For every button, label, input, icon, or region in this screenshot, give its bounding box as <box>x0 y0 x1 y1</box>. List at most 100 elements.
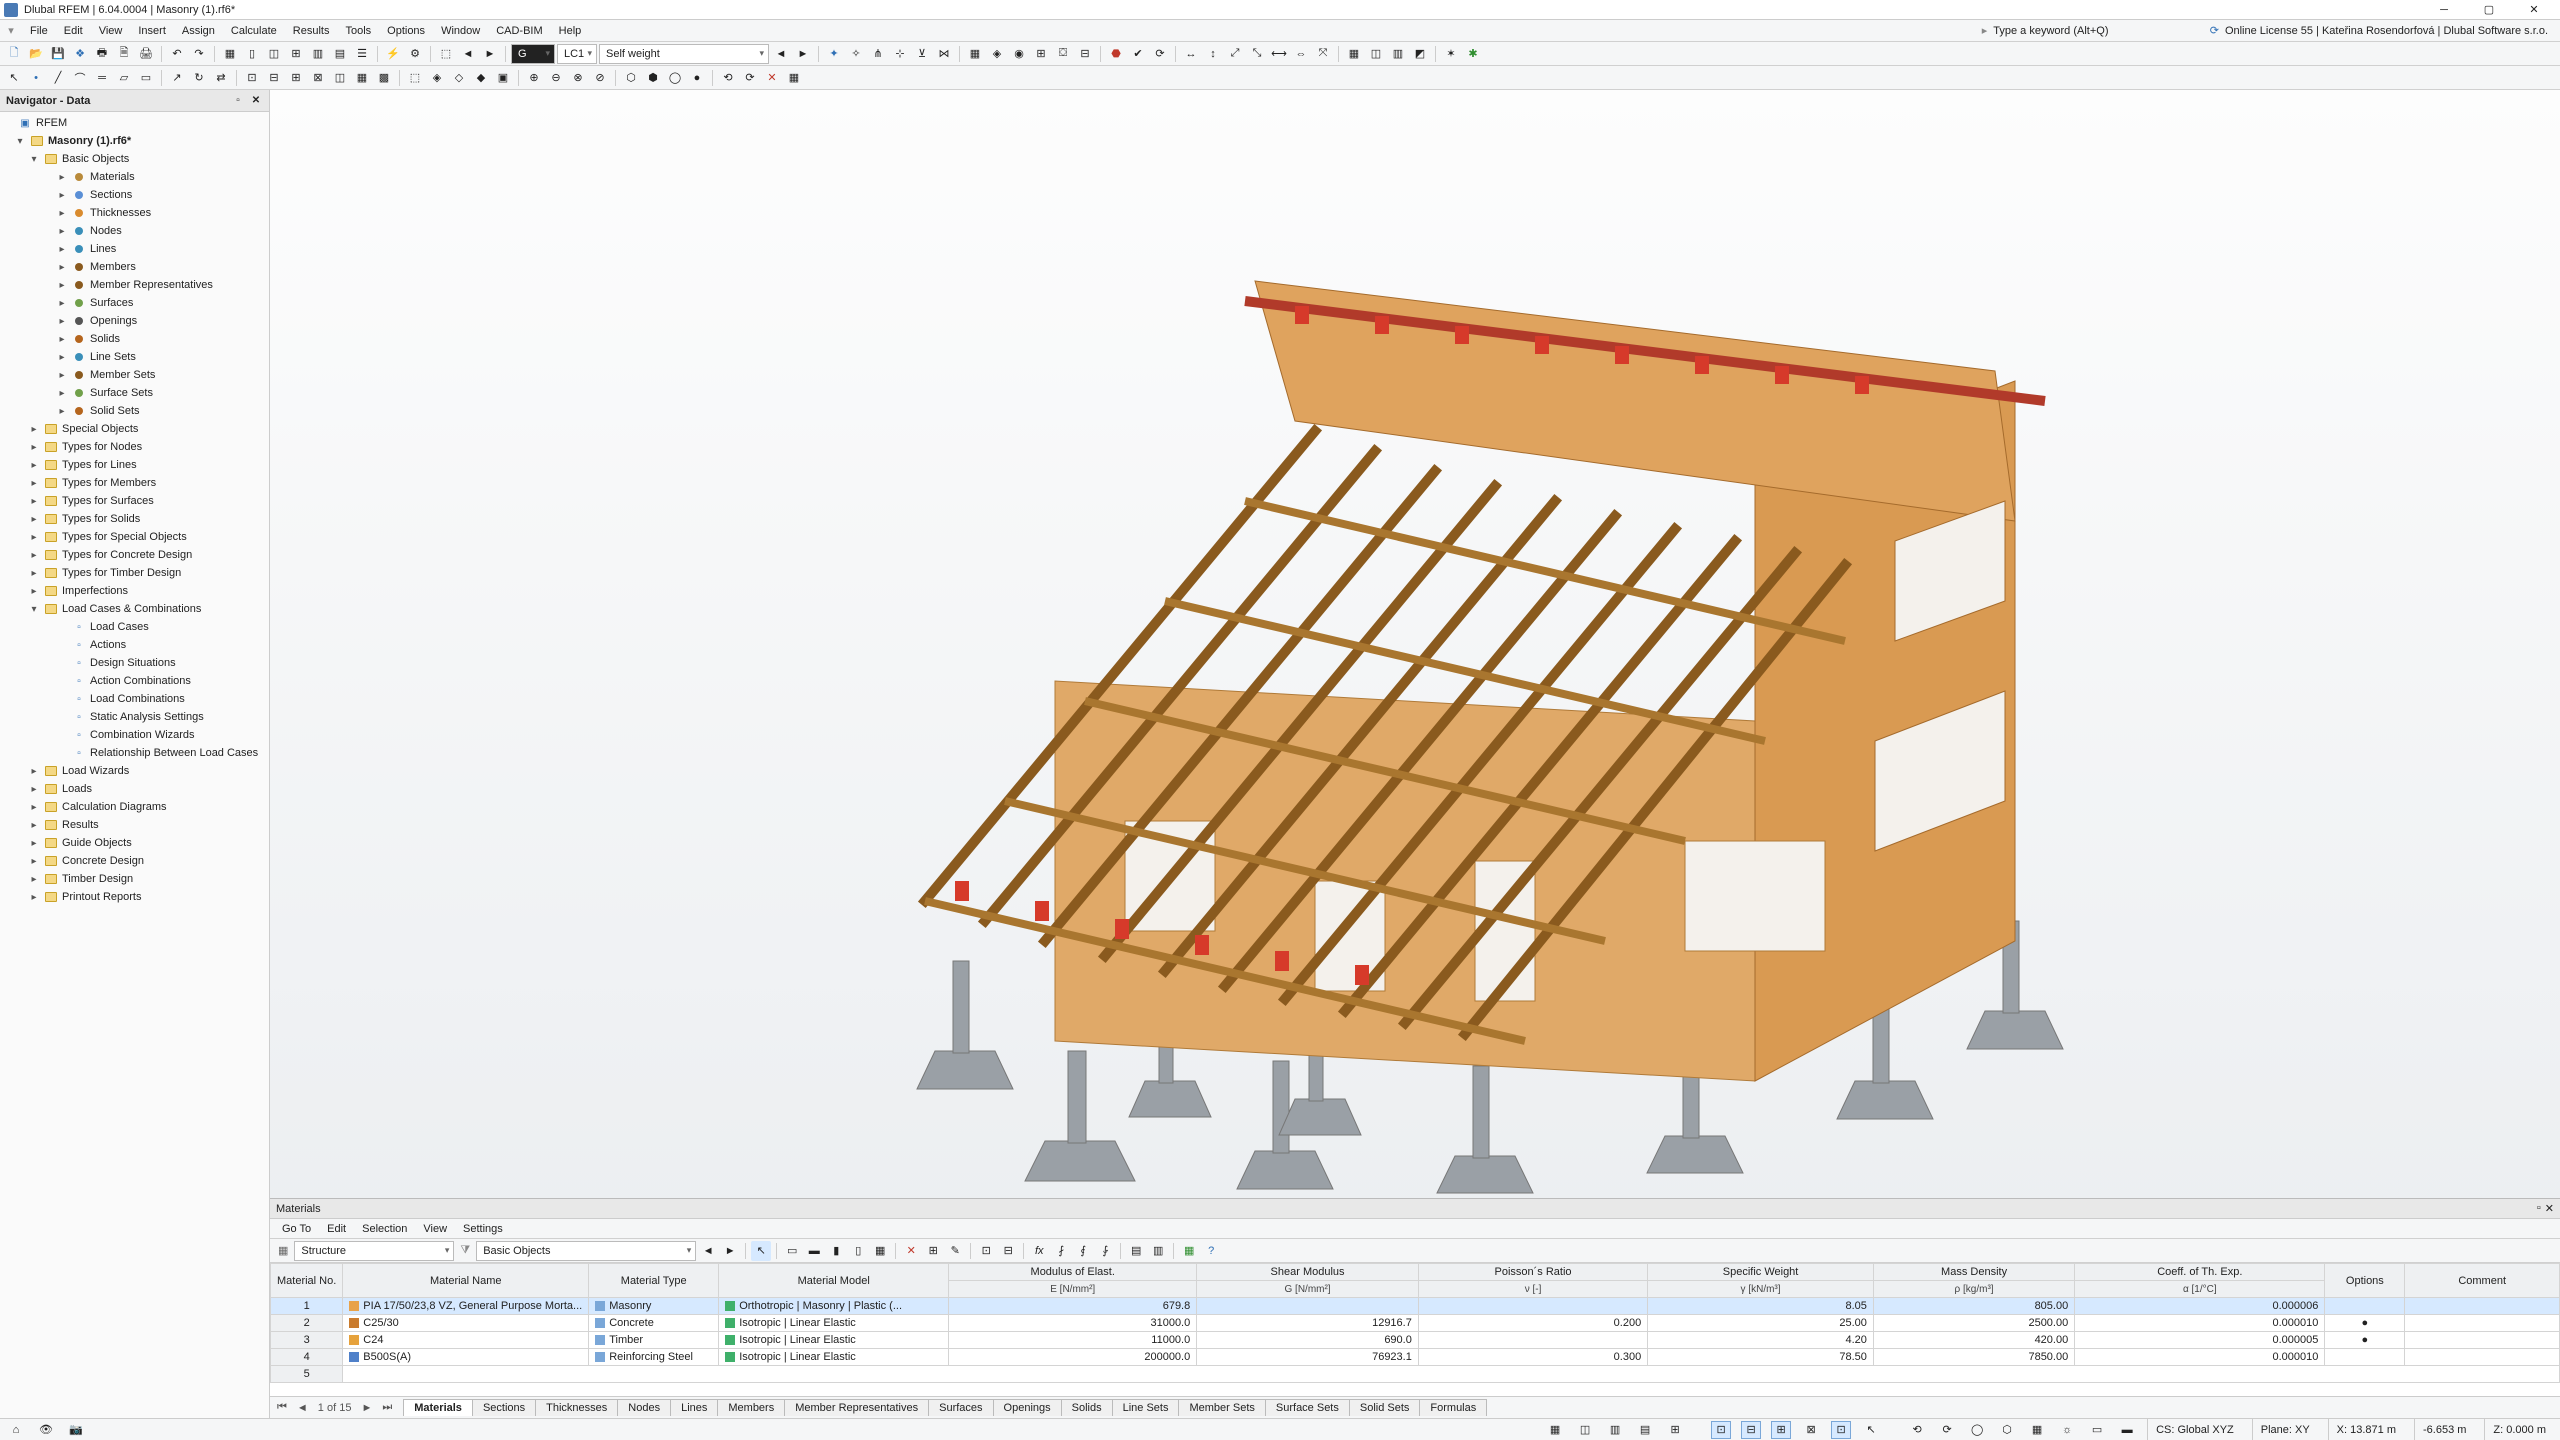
bt-help[interactable]: ? <box>1201 1241 1221 1261</box>
bt-b[interactable]: ⊟ <box>998 1241 1018 1261</box>
sb-snap3[interactable]: ⊞ <box>1771 1421 1791 1439</box>
d12-btn[interactable]: ▣ <box>493 68 513 88</box>
tree-item[interactable]: ▸Solid Sets <box>0 402 269 420</box>
tree-item[interactable]: ▫Combination Wizards <box>0 726 269 744</box>
d2-btn[interactable]: ⊟ <box>264 68 284 88</box>
bt1[interactable]: ▭ <box>782 1241 802 1261</box>
tree-item[interactable]: ▸Types for Surfaces <box>0 492 269 510</box>
d5-btn[interactable]: ◫ <box>330 68 350 88</box>
t8-btn[interactable]: ◈ <box>987 44 1007 64</box>
pager-last[interactable]: ⏭ <box>379 1401 395 1414</box>
sb-v1[interactable]: ▦ <box>1545 1421 1565 1439</box>
panel-close-icon[interactable]: ✕ <box>2545 1202 2554 1215</box>
status-cs[interactable]: CS: Global XYZ <box>2147 1419 2242 1440</box>
dim-b-button[interactable]: ⤡ <box>1247 44 1267 64</box>
tree-item[interactable]: ▸Sections <box>0 186 269 204</box>
tab-members[interactable]: Members <box>717 1399 785 1416</box>
tab-surfaces[interactable]: Surfaces <box>928 1399 993 1416</box>
t11-btn[interactable]: ⛋ <box>1053 44 1073 64</box>
tree-item[interactable]: ▸Line Sets <box>0 348 269 366</box>
nav-close-icon[interactable]: ✕ <box>249 94 263 108</box>
bp-goto[interactable]: Go To <box>274 1221 319 1237</box>
bt-a[interactable]: ⊡ <box>976 1241 996 1261</box>
d19-btn[interactable]: ◯ <box>665 68 685 88</box>
tab-sections[interactable]: Sections <box>472 1399 536 1416</box>
menu-help[interactable]: Help <box>551 22 590 40</box>
tree-item[interactable]: ▸Special Objects <box>0 420 269 438</box>
tree-item[interactable]: ▸Types for Solids <box>0 510 269 528</box>
table-row[interactable]: 2 C25/30 Concrete Isotropic | Linear Ela… <box>271 1315 2560 1332</box>
keyword-search[interactable]: ▸ Type a keyword (Alt+Q) <box>1982 24 2202 37</box>
disp-f-button[interactable]: ✱ <box>1463 44 1483 64</box>
tab-solids[interactable]: Solids <box>1061 1399 1113 1416</box>
d11-btn[interactable]: ◆ <box>471 68 491 88</box>
tree-item[interactable]: ▸Concrete Design <box>0 852 269 870</box>
solid-button[interactable]: ▭ <box>136 68 156 88</box>
t9-btn[interactable]: ◉ <box>1009 44 1029 64</box>
check-button[interactable]: ✔ <box>1128 44 1148 64</box>
sb-snap4[interactable]: ⊠ <box>1801 1421 1821 1439</box>
filter-next[interactable]: ► <box>720 1241 740 1261</box>
col-alpha[interactable]: Coeff. of Th. Exp. <box>2075 1264 2325 1281</box>
t10-btn[interactable]: ⊞ <box>1031 44 1051 64</box>
d21-btn[interactable]: ⟲ <box>718 68 738 88</box>
tree-basic-objects[interactable]: Basic Objects <box>62 153 129 165</box>
tree-model[interactable]: Masonry (1).rf6* <box>48 135 131 147</box>
d6-btn[interactable]: ▦ <box>352 68 372 88</box>
bt-del[interactable]: ✕ <box>901 1241 921 1261</box>
tree-item[interactable]: ▸Thicknesses <box>0 204 269 222</box>
tree-item[interactable]: ▸Openings <box>0 312 269 330</box>
tree-item[interactable]: ▸Surface Sets <box>0 384 269 402</box>
tab-nodes[interactable]: Nodes <box>617 1399 671 1416</box>
tree-item[interactable]: ▸Types for Timber Design <box>0 564 269 582</box>
tree-item[interactable]: ▫Load Cases <box>0 618 269 636</box>
tree-lcc[interactable]: Load Cases & Combinations <box>62 603 201 615</box>
bt-c2[interactable]: ▥ <box>1148 1241 1168 1261</box>
sb-snap6[interactable]: ↖ <box>1861 1421 1881 1439</box>
sb-o8[interactable]: ▬ <box>2117 1421 2137 1439</box>
minimize-button[interactable]: ─ <box>2422 0 2466 20</box>
tree-item[interactable]: ▸Nodes <box>0 222 269 240</box>
printout-button[interactable]: 🖨 <box>136 44 156 64</box>
quad-view-button[interactable]: ⊞ <box>286 44 306 64</box>
tree-item[interactable]: ▸Lines <box>0 240 269 258</box>
dim-h-button[interactable]: ↔ <box>1181 44 1201 64</box>
stop-icon[interactable]: ⬣ <box>1106 44 1126 64</box>
status-plane[interactable]: Plane: XY <box>2252 1419 2318 1440</box>
tree-item[interactable]: ▫Design Situations <box>0 654 269 672</box>
d1-btn[interactable]: ⊡ <box>242 68 262 88</box>
t7-btn[interactable]: ▦ <box>965 44 985 64</box>
d23-btn[interactable]: ▦ <box>784 68 804 88</box>
col-no[interactable]: Material No. <box>271 1264 343 1298</box>
maximize-button[interactable]: ▢ <box>2467 0 2511 20</box>
tree-item[interactable]: ▸Types for Lines <box>0 456 269 474</box>
menu-file[interactable]: File <box>22 22 56 40</box>
tree-item[interactable]: ▫Load Combinations <box>0 690 269 708</box>
menu-calculate[interactable]: Calculate <box>223 22 285 40</box>
tree-item[interactable]: ▸Member Sets <box>0 366 269 384</box>
tree-root[interactable]: RFEM <box>36 117 67 129</box>
d15-btn[interactable]: ⊗ <box>568 68 588 88</box>
tree-item[interactable]: ▸Surfaces <box>0 294 269 312</box>
tree-item[interactable]: ▸Guide Objects <box>0 834 269 852</box>
bp-view[interactable]: View <box>415 1221 455 1237</box>
disp-b-button[interactable]: ◫ <box>1366 44 1386 64</box>
fill-view-button[interactable]: ▤ <box>330 44 350 64</box>
sb-v2[interactable]: ◫ <box>1575 1421 1595 1439</box>
dim-e-button[interactable]: ⤧ <box>1313 44 1333 64</box>
calc-settings-button[interactable]: ⚙ <box>405 44 425 64</box>
bt2[interactable]: ▬ <box>804 1241 824 1261</box>
mirror-button[interactable]: ⇄ <box>211 68 231 88</box>
tree-item[interactable]: ▫Action Combinations <box>0 672 269 690</box>
t2-btn[interactable]: ✧ <box>846 44 866 64</box>
disp-a-button[interactable]: ▦ <box>1344 44 1364 64</box>
tree-item[interactable]: ▸Types for Special Objects <box>0 528 269 546</box>
col-rho[interactable]: Mass Density <box>1873 1264 2074 1281</box>
tree-item[interactable]: ▸Types for Concrete Design <box>0 546 269 564</box>
disp-d-button[interactable]: ◩ <box>1410 44 1430 64</box>
tree-item[interactable]: ▸Results <box>0 816 269 834</box>
menu-results[interactable]: Results <box>285 22 338 40</box>
d20-btn[interactable]: ● <box>687 68 707 88</box>
line-button[interactable]: ╱ <box>48 68 68 88</box>
bt-c1[interactable]: ▤ <box>1126 1241 1146 1261</box>
